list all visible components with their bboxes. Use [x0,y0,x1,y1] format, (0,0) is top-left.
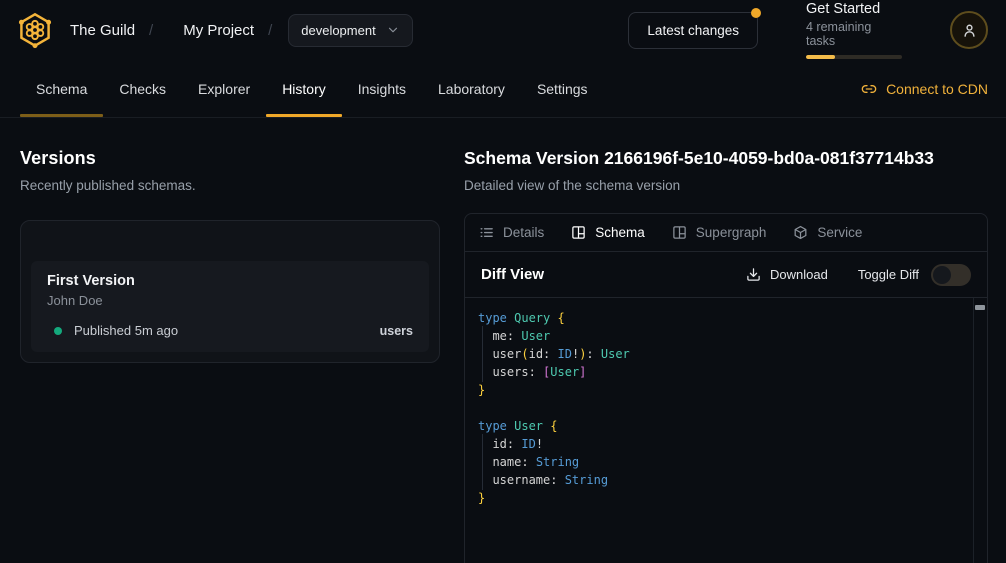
version-author: John Doe [47,293,413,308]
connect-to-cdn-link[interactable]: Connect to CDN [861,60,988,117]
breadcrumb-project[interactable]: My Project [183,22,254,39]
download-icon [746,267,761,282]
breadcrumb-org[interactable]: The Guild [70,22,135,39]
tab-underline [266,114,342,117]
detail-tab-label: Details [503,225,544,240]
detail-tabbar: Details Schema Sup [465,214,987,252]
detail-tab-schema[interactable]: Schema [571,225,645,240]
tab-label: Laboratory [438,81,505,97]
toggle-diff-label: Toggle Diff [858,267,919,282]
versions-title: Versions [20,148,464,169]
diff-view-header: Diff View Download Toggle Diff [465,252,987,298]
version-detail: Schema Version 2166196f-5e10-4059-bd0a-0… [464,118,1006,563]
page-content: Versions Recently published schemas. Fir… [0,118,1006,563]
list-icon [479,225,494,240]
tab-underline [342,114,422,117]
tab-underline [20,114,103,117]
version-meta-row: Published 5m ago users [47,323,413,338]
main-nav: Schema Checks Explorer History Insights … [0,60,1006,118]
target-selector-value: development [301,23,375,38]
detail-tab-supergraph[interactable]: Supergraph [672,225,767,240]
diff-view-title: Diff View [481,266,544,283]
latest-changes-label: Latest changes [647,23,739,38]
versions-sidebar: Versions Recently published schemas. Fir… [0,118,464,563]
detail-tab-details[interactable]: Details [479,225,544,240]
tab-underline [521,114,604,117]
schema-code-viewer[interactable]: type Query { me: User user(id: ID!): Use… [465,298,987,563]
app-header: The Guild / My Project / development Lat… [0,0,1006,60]
version-service-badge: users [380,324,413,338]
scrollbar-thumb[interactable] [975,305,985,310]
cdn-link-label: Connect to CDN [886,81,988,97]
hive-logo-icon[interactable] [16,11,54,49]
link-icon [861,81,877,97]
panels-icon [672,225,687,240]
versions-list: First Version John Doe Published 5m ago … [20,220,440,363]
latest-changes-button[interactable]: Latest changes [628,12,758,49]
toggle-knob [933,266,951,284]
get-started-progress-fill [806,55,835,59]
target-selector[interactable]: development [288,14,412,47]
tab-schema[interactable]: Schema [20,60,103,117]
schema-version-subtitle: Detailed view of the schema version [464,178,988,193]
tab-label: Insights [358,81,406,97]
schema-version-title: Schema Version 2166196f-5e10-4059-bd0a-0… [464,148,988,169]
detail-tab-service[interactable]: Service [793,225,862,240]
tab-insights[interactable]: Insights [342,60,422,117]
tab-label: Checks [119,81,166,97]
person-icon [961,22,978,39]
tab-explorer[interactable]: Explorer [182,60,266,117]
get-started-progress [806,55,902,59]
tab-label: Settings [537,81,588,97]
code-block: type Query { me: User user(id: ID!): Use… [478,309,961,507]
version-status: Published 5m ago [74,323,178,338]
tab-label: History [282,81,326,97]
tab-settings[interactable]: Settings [521,60,604,117]
tab-label: Schema [36,81,87,97]
version-name: First Version [47,273,413,289]
download-label: Download [770,267,828,282]
download-button[interactable]: Download [746,267,828,282]
detail-tab-label: Schema [595,225,645,240]
detail-tab-label: Supergraph [696,225,767,240]
tab-underline [182,114,266,117]
schema-panel: Details Schema Sup [464,213,988,563]
notification-dot [751,8,761,18]
versions-subtitle: Recently published schemas. [20,178,464,193]
user-avatar[interactable] [950,11,988,49]
get-started-widget[interactable]: Get Started 4 remaining tasks [806,1,902,59]
panels-icon [571,225,586,240]
cube-icon [793,225,808,240]
breadcrumb-separator: / [268,22,272,39]
get-started-subtitle: 4 remaining tasks [806,20,902,48]
scrollbar-track [973,298,974,563]
get-started-title: Get Started [806,1,902,17]
tab-underline [422,114,521,117]
chevron-down-icon [386,23,400,37]
tab-underline [103,114,182,117]
tab-label: Explorer [198,81,250,97]
published-status-dot [54,327,62,335]
version-list-item[interactable]: First Version John Doe Published 5m ago … [31,261,429,352]
tab-history[interactable]: History [266,60,342,117]
detail-tab-label: Service [817,225,862,240]
toggle-diff-control: Toggle Diff [858,264,971,286]
breadcrumb-separator: / [149,22,153,39]
tab-checks[interactable]: Checks [103,60,182,117]
toggle-diff-switch[interactable] [931,264,971,286]
tab-laboratory[interactable]: Laboratory [422,60,521,117]
